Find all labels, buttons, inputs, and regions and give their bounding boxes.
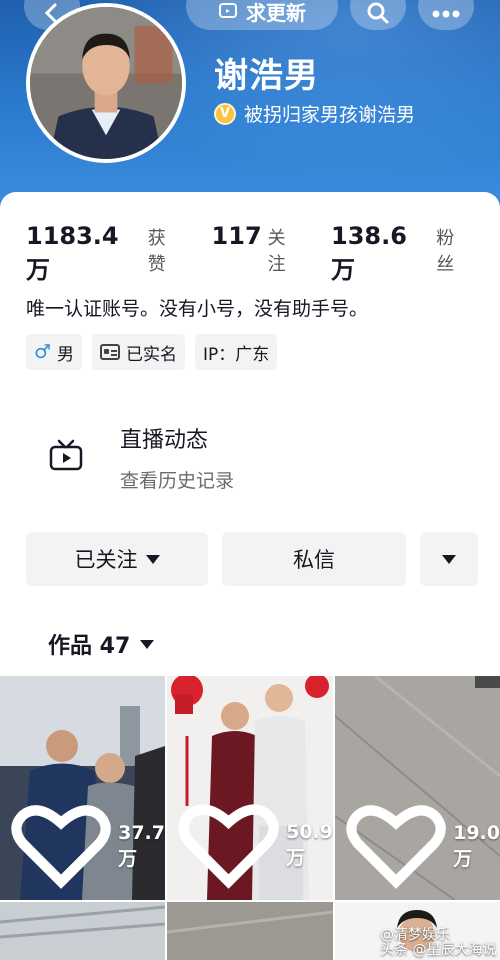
profile-card: 1183.4万 获赞 117 关注 138.6万 粉丝 唯一认证账号。没有小号，…	[0, 192, 500, 960]
profile-tags: ♂ 男 已实名 IP：广东	[26, 334, 278, 370]
message-label: 私信	[293, 548, 335, 572]
video-thumbnail[interactable]: 19.0万	[335, 676, 500, 900]
profile-bio: 唯一认证账号。没有小号，没有助手号。	[26, 298, 369, 320]
stat-followers-label: 粉丝	[436, 228, 455, 275]
video-likes: 19.0万	[345, 800, 500, 892]
caret-down-icon	[442, 554, 456, 564]
video-likes: 37.7万	[10, 800, 165, 892]
male-icon: ♂	[34, 341, 52, 363]
profile-name: 谢浩男	[214, 56, 319, 96]
stat-likes-label: 获赞	[147, 228, 166, 275]
search-icon	[367, 2, 389, 24]
caret-down-icon	[145, 554, 160, 564]
heart-icon	[346, 805, 446, 890]
tag-ip: IP：广东	[195, 334, 278, 370]
verified-badge-icon: V	[214, 102, 236, 125]
heart-icon	[11, 805, 111, 890]
tag-gender-label: 男	[57, 344, 75, 365]
video-thumbnail[interactable]: 37.7万	[0, 676, 165, 900]
video-likes: 50.9万	[177, 799, 333, 892]
action-buttons: 已关注 私信	[26, 532, 478, 586]
stats-row: 1183.4万 获赞 117 关注 138.6万 粉丝	[26, 222, 500, 285]
update-icon	[219, 3, 237, 18]
video-likes-count: 19.0万	[453, 821, 500, 870]
video-thumbnail[interactable]	[0, 902, 165, 960]
request-update-label: 求更新	[246, 0, 306, 25]
works-tab[interactable]: 作品 47	[48, 628, 155, 660]
tv-icon	[49, 439, 83, 471]
stat-likes[interactable]: 1183.4万 获赞	[26, 222, 184, 285]
verification-row: V 被拐归家男孩谢浩男	[214, 100, 415, 127]
tag-gender: ♂ 男	[26, 334, 83, 370]
video-likes-count: 50.9万	[286, 821, 333, 870]
watermark-line-2: 头条 @星辰大海说	[380, 942, 497, 959]
stat-following-label: 关注	[267, 228, 286, 275]
stat-following-value: 117	[211, 222, 262, 250]
live-subtitle: 查看历史记录	[120, 470, 235, 492]
video-thumbnail-image	[0, 902, 165, 960]
tag-ip-label: IP：广东	[203, 344, 270, 365]
watermark: @清梦娱乐 头条 @星辰大海说	[380, 927, 497, 959]
video-thumbnail[interactable]: 50.9万	[167, 676, 333, 900]
stat-likes-value: 1183.4万	[26, 222, 119, 284]
stat-followers-value: 138.6万	[331, 222, 407, 284]
tag-realname: 已实名	[92, 334, 186, 370]
video-thumbnail[interactable]	[167, 902, 333, 960]
heart-icon	[178, 804, 279, 889]
avatar[interactable]	[26, 3, 186, 163]
works-label: 作品 47	[48, 634, 131, 659]
live-title: 直播动态	[120, 428, 209, 453]
tag-realname-label: 已实名	[126, 344, 178, 365]
request-update-button[interactable]: 求更新	[186, 0, 338, 30]
avatar-photo	[30, 7, 182, 159]
id-card-icon	[100, 344, 121, 360]
more-icon	[432, 10, 460, 18]
stat-followers[interactable]: 138.6万 粉丝	[331, 222, 472, 285]
message-button[interactable]: 私信	[222, 532, 406, 586]
live-history-entry[interactable]: 直播动态 查看历史记录	[0, 404, 500, 504]
caret-down-icon	[140, 639, 155, 649]
video-likes-count: 37.7万	[118, 821, 165, 870]
following-button[interactable]: 已关注	[26, 532, 208, 586]
stat-following[interactable]: 117 关注	[212, 222, 303, 276]
verification-text: 被拐归家男孩谢浩男	[244, 104, 416, 126]
more-actions-button[interactable]	[420, 532, 478, 586]
video-thumbnail-image	[167, 902, 333, 960]
following-label: 已关注	[74, 548, 138, 572]
